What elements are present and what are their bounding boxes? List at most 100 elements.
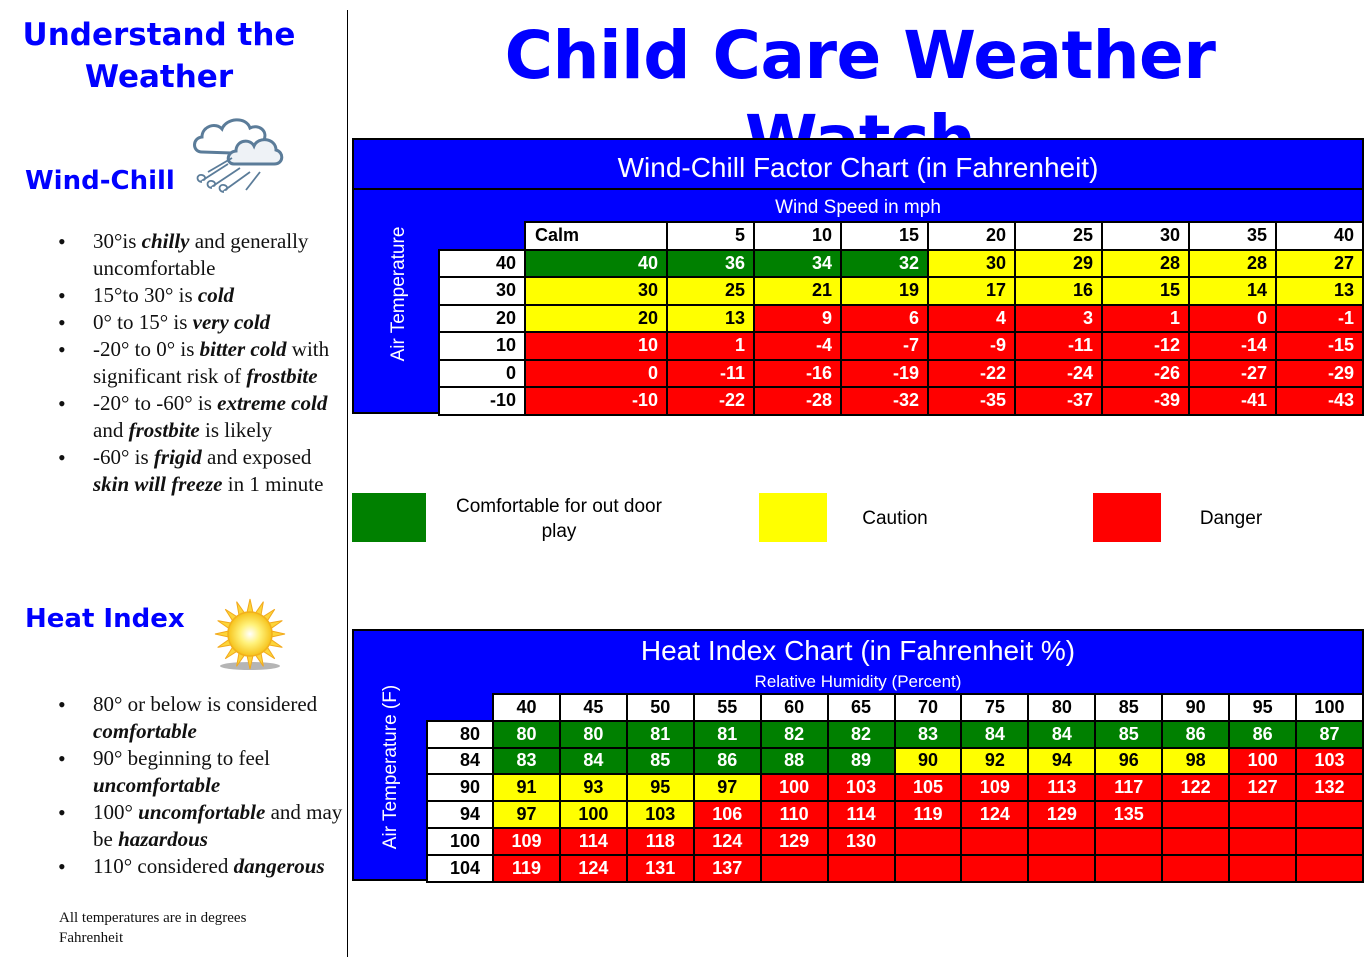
bullet-item: 100° uncomfortable and may be hazardous [58, 799, 348, 853]
data-cell: 30 [927, 248, 1016, 278]
sun-icon [214, 598, 286, 670]
data-cell [1228, 853, 1298, 883]
wind-chill-chart: Wind-Chill Factor Chart (in Fahrenheit) … [352, 138, 1364, 416]
row-header: 20 [438, 303, 526, 333]
data-cell [893, 853, 963, 883]
column-header: 65 [826, 693, 896, 722]
heat-index-table: 40 45 50 55 60 65 70 75 80 85 90 95 100 80 80 80 81 81 82 8… [426, 693, 1364, 883]
row-header: 80 [426, 719, 494, 749]
data-cell: 17 [927, 276, 1016, 306]
data-cell [1161, 853, 1231, 883]
data-cell: 6 [840, 303, 929, 333]
footnote: All temperatures are in degrees Fahrenhe… [59, 910, 247, 946]
data-cell: 117 [1094, 773, 1164, 803]
data-cell: 16 [1014, 276, 1103, 306]
row-header: 30 [438, 276, 526, 306]
header-row: Calm 5 10 15 20 25 30 35 40 [439, 221, 1364, 251]
data-cell: 40 [524, 248, 668, 278]
wind-chill-bullets: 30°is chilly and generally uncomfortable… [58, 228, 343, 498]
bullet-item: -20° to -60° is extreme cold and frostbi… [58, 390, 343, 444]
column-header: 50 [625, 693, 695, 722]
data-cell [1027, 826, 1097, 856]
data-cell [759, 853, 829, 883]
table-row: 80 80 80 81 81 82 82 83 84 84 85 86 86 87 [426, 719, 1364, 749]
bullet-item: -60° is frigid and exposed skin will fre… [58, 444, 343, 498]
data-cell: -22 [927, 358, 1016, 388]
data-cell: 119 [893, 800, 963, 829]
data-cell [960, 826, 1030, 856]
heat-index-chart-title: Heat Index Chart (in Fahrenheit %) [640, 635, 1076, 666]
column-header: 20 [927, 221, 1016, 251]
data-cell: 127 [1228, 773, 1298, 803]
wind-chill-heading: Wind-Chill [25, 166, 175, 196]
column-header: 70 [893, 693, 963, 722]
table-row: 20 20 13 9 6 4 3 1 0 -1 [438, 303, 1364, 333]
row-header: 84 [426, 746, 494, 776]
bullet-item: 15°to 30° is cold [58, 282, 343, 309]
data-cell: 103 [625, 800, 695, 829]
data-cell: 129 [1027, 800, 1097, 829]
title-divider [354, 188, 1362, 190]
data-cell [893, 826, 963, 856]
data-cell [1228, 826, 1298, 856]
table-row: 104 119 124 131 137 [426, 853, 1364, 883]
data-cell: 81 [692, 719, 762, 749]
data-cell: 114 [558, 826, 628, 856]
data-cell: 97 [492, 800, 561, 829]
data-cell: 135 [1094, 800, 1164, 829]
bullet-item: 80° or below is considered comfortable [58, 691, 348, 745]
data-cell: 25 [666, 276, 755, 306]
data-cell: 110 [759, 800, 829, 829]
sidebar-title: Understand the Weather [22, 17, 296, 95]
corner-cell [439, 222, 525, 250]
data-cell: -12 [1101, 331, 1190, 361]
data-cell: -11 [1014, 331, 1103, 361]
table-row: 90 91 93 95 97 100 103 105 109 113 117 122 127 132 [426, 773, 1364, 803]
data-cell: 80 [492, 719, 561, 749]
data-cell: 94 [1027, 746, 1097, 776]
data-cell: 137 [692, 853, 762, 883]
data-cell: 85 [625, 746, 695, 776]
data-cell: 93 [558, 773, 628, 803]
table-row: 30 30 25 21 19 17 16 15 14 13 [438, 276, 1364, 306]
data-cell: 132 [1295, 773, 1364, 803]
data-cell: 90 [893, 746, 963, 776]
data-cell: -1 [1275, 303, 1364, 333]
data-cell: 27 [1275, 248, 1364, 278]
column-header: 100 [1295, 693, 1364, 722]
data-cell: 36 [666, 248, 755, 278]
column-header: 75 [960, 693, 1030, 722]
data-cell [1094, 853, 1164, 883]
bullet-item: 0° to 15° is very cold [58, 309, 343, 336]
data-cell [1094, 826, 1164, 856]
data-cell: 13 [1275, 276, 1364, 306]
data-cell: -35 [927, 386, 1016, 416]
data-cell: 122 [1161, 773, 1231, 803]
data-cell: 96 [1094, 746, 1164, 776]
data-cell: -29 [1275, 358, 1364, 388]
data-cell: 4 [927, 303, 1016, 333]
data-cell: 0 [1188, 303, 1277, 333]
data-cell: 84 [1027, 719, 1097, 749]
data-cell [1161, 826, 1231, 856]
data-cell: 129 [759, 826, 829, 856]
heat-index-bullets: 80° or below is considered comfortable90… [58, 691, 348, 880]
data-cell: 28 [1188, 248, 1277, 278]
legend-label-danger: Danger [1199, 508, 1263, 529]
column-header: 90 [1161, 693, 1231, 722]
data-cell: 89 [826, 746, 896, 776]
data-cell: -7 [840, 331, 929, 361]
data-cell [1161, 800, 1231, 829]
data-cell: 32 [840, 248, 929, 278]
table-row: 94 97 100 103 106 110 114 119 124 129 135 [426, 800, 1364, 829]
column-header: 40 [492, 693, 561, 722]
data-cell: 14 [1188, 276, 1277, 306]
data-cell: 100 [759, 773, 829, 803]
wind-speed-axis-label: Wind Speed in mph [775, 197, 941, 218]
data-cell: 28 [1101, 248, 1190, 278]
data-cell: 106 [692, 800, 762, 829]
row-header: -10 [438, 386, 526, 416]
table-row: -10 -10 -22 -28 -32 -35 -37 -39 -41 -43 [438, 386, 1364, 416]
data-cell: 9 [753, 303, 842, 333]
data-cell: -16 [753, 358, 842, 388]
